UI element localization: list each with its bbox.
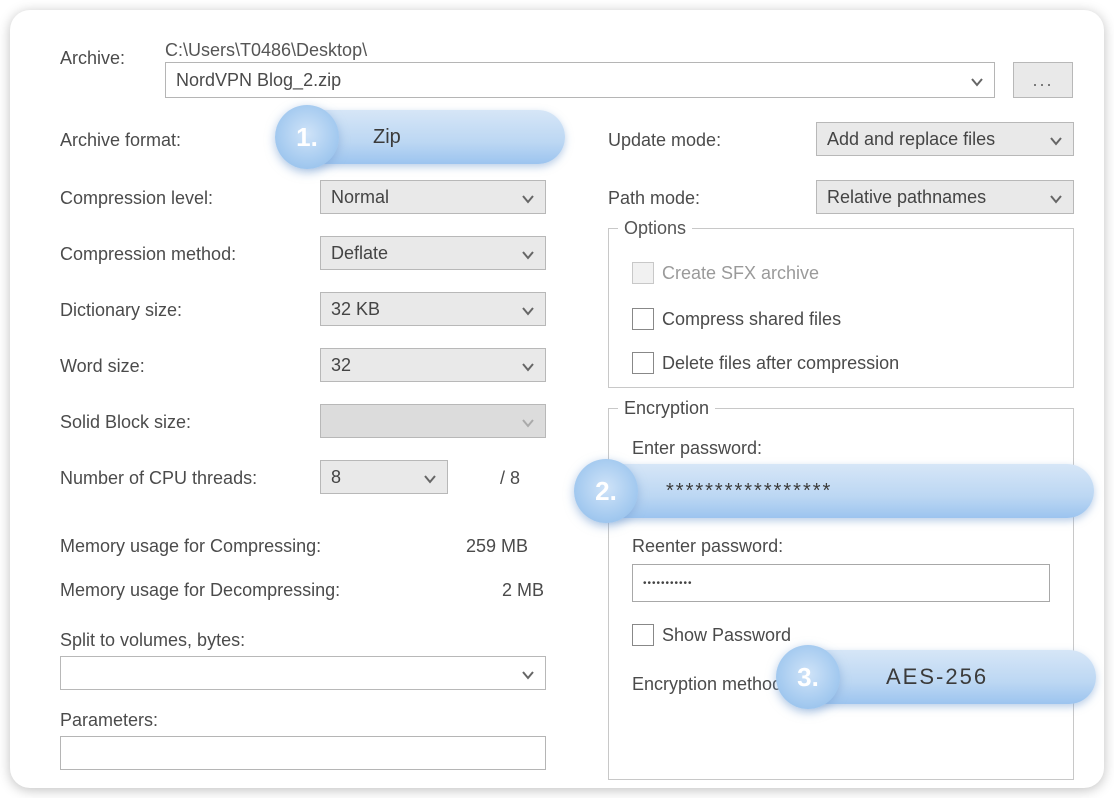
archive-path-text: C:\Users\T0486\Desktop\ <box>165 40 367 61</box>
update-mode-combo[interactable]: Add and replace files <box>816 122 1074 156</box>
create-sfx-label: Create SFX archive <box>662 263 819 284</box>
callout-badge-2: 2. <box>574 459 638 523</box>
parameters-input[interactable] <box>60 736 546 770</box>
chevron-down-icon <box>521 246 535 260</box>
chevron-down-icon <box>521 302 535 316</box>
archive-format-label: Archive format: <box>60 130 181 151</box>
compression-level-combo[interactable]: Normal <box>320 180 546 214</box>
reenter-password-label: Reenter password: <box>632 536 783 557</box>
callout-badge-3: 3. <box>776 645 840 709</box>
encryption-title: Encryption <box>618 398 715 419</box>
create-sfx-checkbox <box>632 262 654 284</box>
word-size-value: 32 <box>331 355 351 376</box>
options-title: Options <box>618 218 692 239</box>
parameters-label: Parameters: <box>60 710 158 731</box>
memory-decompress-label: Memory usage for Decompressing: <box>60 580 340 601</box>
cpu-threads-label: Number of CPU threads: <box>60 468 257 489</box>
archive-label: Archive: <box>60 48 125 69</box>
encryption-method-label: Encryption method: <box>632 674 787 695</box>
update-mode-label: Update mode: <box>608 130 721 151</box>
solid-block-size-combo <box>320 404 546 438</box>
path-mode-label: Path mode: <box>608 188 700 209</box>
enter-password-callout[interactable]: ***************** <box>584 464 1094 518</box>
word-size-label: Word size: <box>60 356 145 377</box>
callout-badge-1: 1. <box>275 105 339 169</box>
chevron-down-icon <box>521 666 535 680</box>
delete-after-checkbox-row[interactable]: Delete files after compression <box>632 352 899 374</box>
compression-method-label: Compression method: <box>60 244 236 265</box>
delete-after-checkbox[interactable] <box>632 352 654 374</box>
archive-filename-value: NordVPN Blog_2.zip <box>176 70 341 91</box>
chevron-down-icon <box>1049 190 1063 204</box>
compress-shared-checkbox[interactable] <box>632 308 654 330</box>
word-size-combo[interactable]: 32 <box>320 348 546 382</box>
solid-block-size-label: Solid Block size: <box>60 412 191 433</box>
chevron-down-icon <box>521 190 535 204</box>
show-password-checkbox-row[interactable]: Show Password <box>632 624 791 646</box>
encryption-method-value: AES-256 <box>886 664 988 690</box>
enter-password-label: Enter password: <box>632 438 762 459</box>
dictionary-size-value: 32 KB <box>331 299 380 320</box>
dictionary-size-label: Dictionary size: <box>60 300 182 321</box>
create-sfx-checkbox-row: Create SFX archive <box>632 262 819 284</box>
archive-format-value: Zip <box>373 126 401 149</box>
enter-password-value: ***************** <box>666 480 832 503</box>
chevron-down-icon <box>1049 132 1063 146</box>
dictionary-size-combo[interactable]: 32 KB <box>320 292 546 326</box>
chevron-down-icon <box>521 358 535 372</box>
compression-dialog: Archive: C:\Users\T0486\Desktop\ NordVPN… <box>10 10 1104 788</box>
path-mode-value: Relative pathnames <box>827 187 986 208</box>
compress-shared-label: Compress shared files <box>662 309 841 330</box>
compression-method-value: Deflate <box>331 243 388 264</box>
archive-filename-combo[interactable]: NordVPN Blog_2.zip <box>165 62 995 98</box>
show-password-label: Show Password <box>662 625 791 646</box>
delete-after-label: Delete files after compression <box>662 353 899 374</box>
compression-level-label: Compression level: <box>60 188 213 209</box>
chevron-down-icon <box>521 414 535 428</box>
compression-level-value: Normal <box>331 187 389 208</box>
memory-compress-value: 259 MB <box>466 536 528 557</box>
reenter-password-input[interactable]: ••••••••••• <box>632 564 1050 602</box>
path-mode-combo[interactable]: Relative pathnames <box>816 180 1074 214</box>
cpu-threads-total: / 8 <box>500 468 520 489</box>
compression-method-combo[interactable]: Deflate <box>320 236 546 270</box>
memory-compress-label: Memory usage for Compressing: <box>60 536 321 557</box>
cpu-threads-value: 8 <box>331 467 341 488</box>
split-volumes-label: Split to volumes, bytes: <box>60 630 245 651</box>
chevron-down-icon <box>970 73 984 87</box>
chevron-down-icon <box>423 470 437 484</box>
memory-decompress-value: 2 MB <box>502 580 544 601</box>
browse-button[interactable]: ... <box>1013 62 1073 98</box>
show-password-checkbox[interactable] <box>632 624 654 646</box>
split-volumes-combo[interactable] <box>60 656 546 690</box>
compress-shared-checkbox-row[interactable]: Compress shared files <box>632 308 841 330</box>
update-mode-value: Add and replace files <box>827 129 995 150</box>
cpu-threads-combo[interactable]: 8 <box>320 460 448 494</box>
